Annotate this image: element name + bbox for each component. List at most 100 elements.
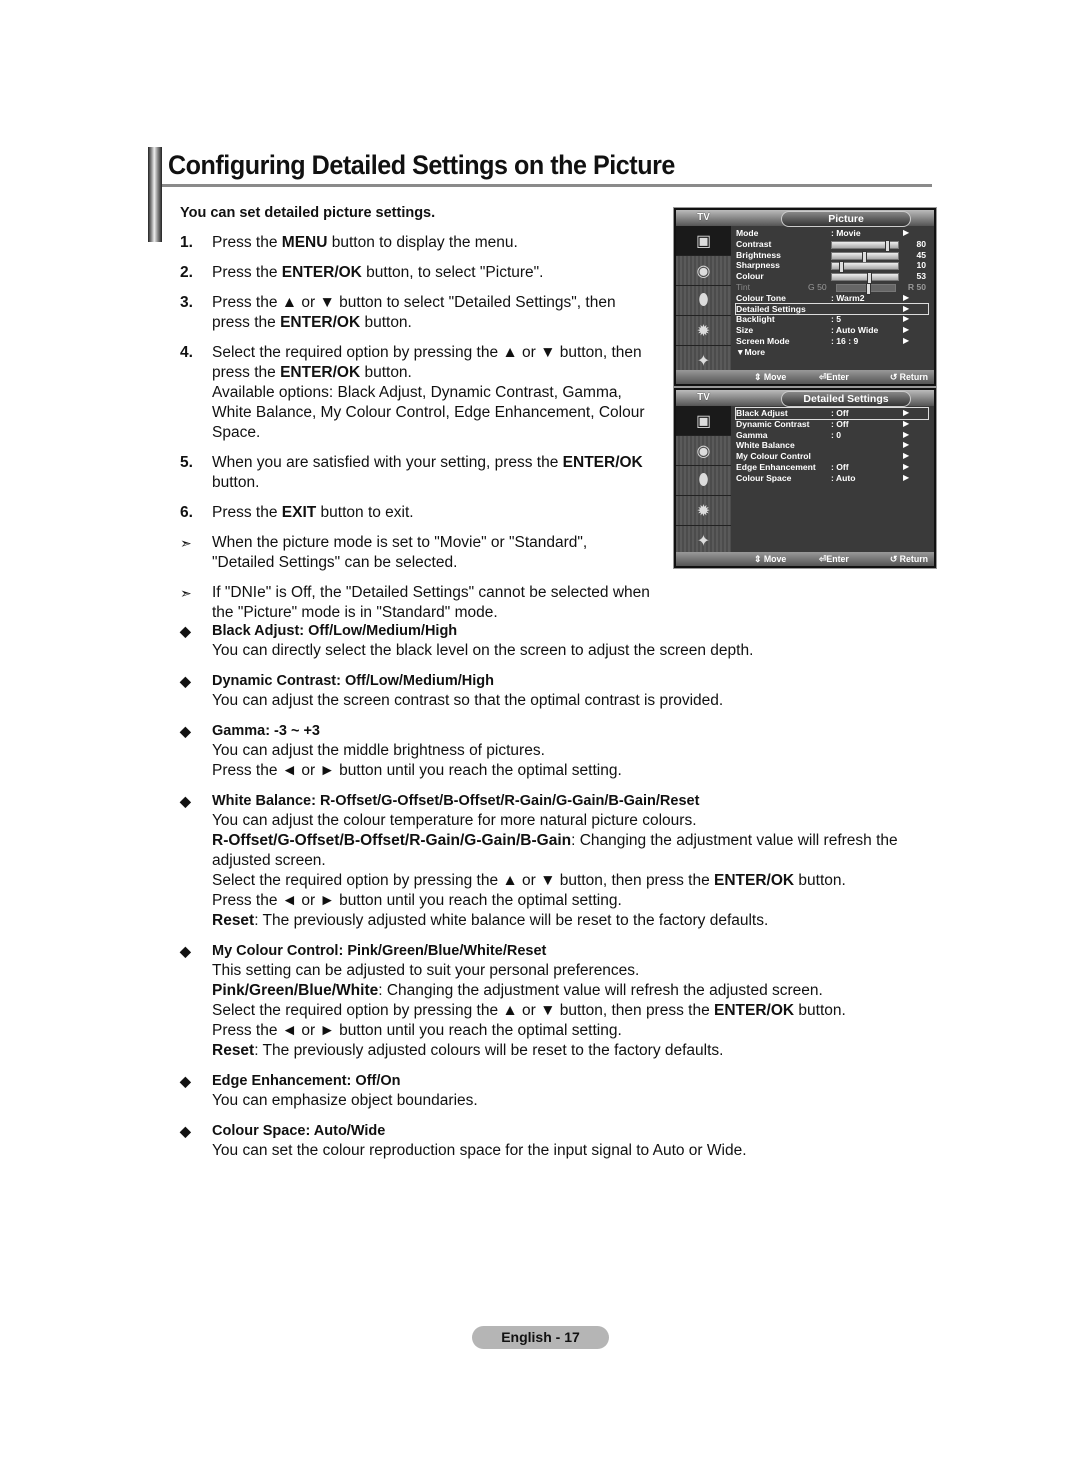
sound-icon[interactable]: ◉	[676, 436, 731, 466]
bold-term: ENTER/OK	[281, 264, 362, 281]
section-line: Press the ◄ or ► button until you reach …	[212, 892, 622, 909]
menu-slider[interactable]	[831, 272, 899, 285]
slider-value: 10	[916, 260, 926, 271]
menu-slider[interactable]	[831, 261, 899, 274]
bold-term: ENTER/OK	[280, 364, 361, 381]
note-arrow-icon: ➣	[180, 585, 192, 601]
step-item: 6. Press the EXIT button to exit.	[180, 503, 650, 523]
right-arrow-icon: ▶	[903, 429, 910, 439]
setup-icon[interactable]: ✹	[676, 316, 731, 346]
menu-item[interactable]: Contrast 80	[736, 239, 928, 252]
menu-slider[interactable]	[831, 250, 899, 263]
menu-item[interactable]: Black Adjust: Off ▶	[735, 407, 929, 420]
section-line: Press the ◄ or ► button until you reach …	[212, 762, 622, 779]
bold-term: Pink/Green/Blue/White	[212, 982, 379, 999]
menu-item[interactable]: Edge Enhancement: Off ▶	[736, 462, 928, 473]
menu-item[interactable]: Screen Mode: 16 : 9 ▶	[736, 336, 928, 347]
option-sections: ◆ Black Adjust: Off/Low/Medium/High You ca…	[180, 621, 940, 1171]
section-heading-text: White Balance: R-Offset/G-Offset/B-Offse…	[212, 793, 700, 809]
section-line: Reset: The previously adjusted white bal…	[212, 912, 769, 929]
step-item: 5. When you are satisfied with your setti…	[180, 453, 650, 493]
bold-term: Reset	[212, 912, 255, 929]
section-body: You can set the colour reproduction spac…	[180, 1141, 940, 1161]
slider-left-value: G 50	[808, 281, 827, 292]
section-body: You can emphasize object boundaries.	[180, 1091, 940, 1111]
menu-item-value: : 5	[831, 314, 842, 325]
right-arrow-icon: ▶	[903, 303, 910, 313]
section-heading: ◆ Black Adjust: Off/Low/Medium/High	[180, 621, 940, 641]
section-heading: ◆ Dynamic Contrast: Off/Low/Medium/High	[180, 671, 940, 691]
note-item: ➣ If "DNIe" is Off, the "Detailed Setting…	[180, 583, 650, 623]
menu-slider[interactable]	[831, 239, 899, 252]
setup-icon[interactable]: ✹	[676, 496, 731, 526]
channel-icon[interactable]: ⬮	[676, 466, 731, 496]
menu-item[interactable]: Gamma: 0 ▶	[736, 430, 928, 441]
menu-item[interactable]: Dynamic Contrast: Off ▶	[736, 419, 928, 430]
menu-item[interactable]: Brightness 45	[736, 250, 928, 263]
menu-item[interactable]: Size: Auto Wide ▶	[736, 325, 928, 336]
slider-value: 53	[916, 271, 926, 282]
section-heading-text: Gamma: -3 ~ +3	[212, 723, 320, 739]
menu-item[interactable]: Colour Tone: Warm2 ▶	[736, 293, 928, 304]
section-line: Reset: The previously adjusted colours w…	[212, 1042, 724, 1059]
diamond-bullet-icon: ◆	[180, 793, 191, 809]
step-item: 4. Select the required option by pressing…	[180, 343, 650, 443]
page-title: Configuring Detailed Settings on the Pic…	[168, 150, 675, 180]
section-line: You can directly select the black level …	[212, 642, 754, 659]
section-line: You can adjust the middle brightness of …	[212, 742, 545, 759]
menu-item[interactable]: My Colour Control ▶	[736, 451, 928, 462]
section-heading: ◆ Colour Space: Auto/Wide	[180, 1121, 940, 1141]
menu-item-label: My Colour Control	[736, 451, 811, 462]
section-line: Pink/Green/Blue/White: Changing the adju…	[212, 982, 823, 999]
bold-term: Reset	[212, 1042, 255, 1059]
menu-item-value: : 0	[831, 429, 842, 440]
sound-icon[interactable]: ◉	[676, 256, 731, 286]
step-number: 1.	[180, 234, 193, 251]
bold-term: ENTER/OK	[714, 872, 795, 889]
section-line: Select the required option by pressing t…	[212, 872, 846, 889]
menu-item[interactable]: Detailed Settings ▶	[735, 302, 929, 316]
step-number: 4.	[180, 344, 193, 361]
menu-item[interactable]: ▼More	[736, 347, 928, 358]
tv-menu-footer: ⇕ Move ⏎Enter ↺ Return	[676, 370, 934, 384]
steps-list: 1. Press the MENU button to display the m…	[180, 233, 650, 633]
menu-item-label: Edge Enhancement	[736, 461, 816, 472]
picture-icon[interactable]: ▣	[676, 406, 731, 436]
right-arrow-icon: ▶	[903, 325, 910, 335]
step-text: Select the required option by pressing t…	[212, 344, 645, 441]
menu-tab-title: Detailed Settings	[781, 391, 911, 407]
menu-tab-title: Picture	[781, 211, 911, 227]
option-section: ◆ Dynamic Contrast: Off/Low/Medium/High Yo…	[180, 671, 940, 711]
section-heading-text: My Colour Control: Pink/Green/Blue/White…	[212, 943, 547, 959]
section-body: This setting can be adjusted to suit you…	[180, 961, 940, 1061]
diamond-bullet-icon: ◆	[180, 1073, 191, 1089]
menu-item[interactable]: Tint G 50 R 50	[736, 281, 928, 295]
right-arrow-icon: ▶	[903, 314, 910, 324]
step-text: Press the ENTER/OK button, to select "Pi…	[212, 264, 544, 281]
menu-item-value	[831, 347, 903, 358]
menu-item[interactable]: Sharpness 10	[736, 260, 928, 274]
step-number: 2.	[180, 264, 193, 281]
right-arrow-icon: ▶	[903, 461, 910, 471]
step-text: Press the EXIT button to exit.	[212, 504, 414, 521]
menu-item[interactable]: White Balance ▶	[736, 440, 928, 451]
menu-slider[interactable]	[836, 282, 896, 295]
return-hint: ↺ Return	[889, 372, 928, 382]
channel-icon[interactable]: ⬮	[676, 286, 731, 316]
menu-item[interactable]: Mode: Movie ▶	[736, 228, 928, 239]
menu-item[interactable]: Colour 53	[736, 271, 928, 285]
enter-hint: ⏎Enter	[819, 554, 849, 564]
section-body: You can adjust the middle brightness of …	[180, 741, 940, 781]
step-text: Press the MENU button to display the men…	[212, 234, 518, 251]
menu-item-value	[831, 451, 903, 462]
right-arrow-icon: ▶	[903, 472, 910, 482]
diamond-bullet-icon: ◆	[180, 1123, 191, 1139]
menu-item-label: Colour Tone	[736, 292, 786, 303]
title-rule	[162, 184, 932, 187]
menu-item[interactable]: Colour Space: Auto ▶	[736, 473, 928, 484]
picture-icon[interactable]: ▣	[676, 226, 731, 256]
step-item: 3. Press the ▲ or ▼ button to select "Det…	[180, 293, 650, 333]
menu-item-value: : Off	[831, 408, 849, 418]
menu-item[interactable]: Backlight: 5 ▶	[736, 314, 928, 325]
page-number-badge: English - 17	[472, 1326, 609, 1349]
